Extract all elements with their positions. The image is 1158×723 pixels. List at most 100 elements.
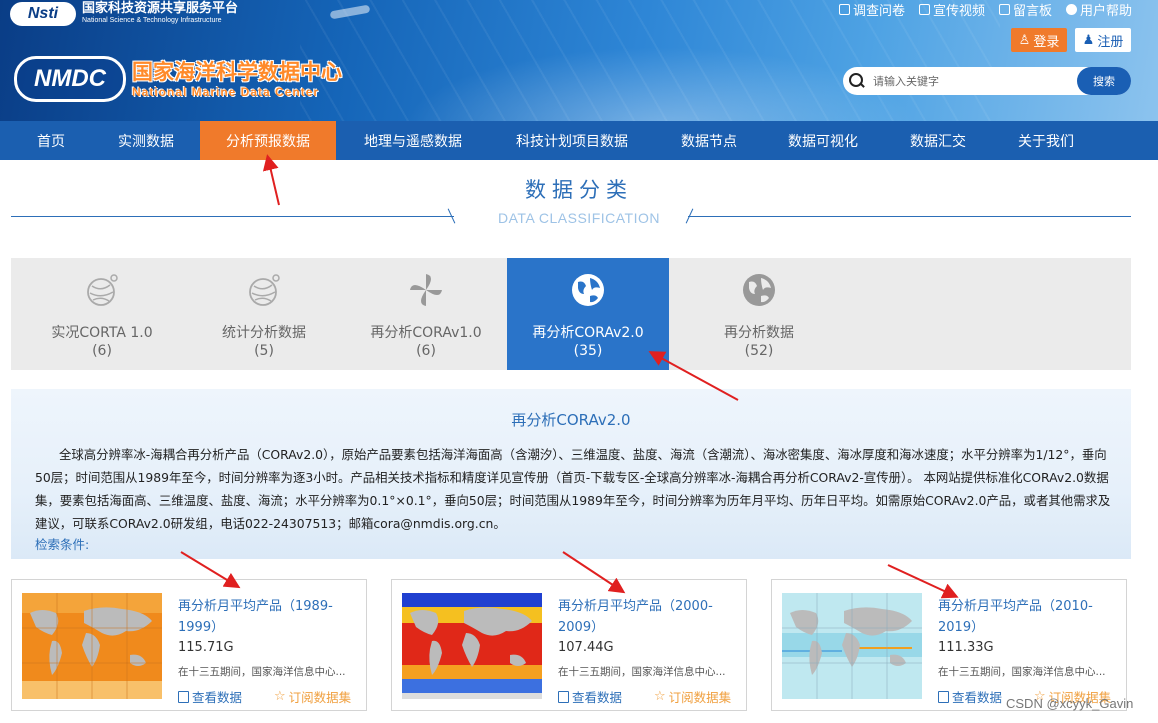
product-card: 再分析月平均产品（2010-2019） 111.33G 在十三五期间，国家海洋信… (771, 579, 1127, 711)
nmdc-logo: NMDC (14, 56, 126, 102)
survey-icon (838, 4, 850, 15)
search-input[interactable] (873, 74, 1063, 88)
subscribe-label: 订阅数据集 (668, 690, 732, 705)
category-label: 再分析CORAv1.0 (370, 325, 482, 341)
nav-geo-remote-data[interactable]: 地理与遥感数据 (336, 121, 490, 160)
nsti-en-name: National Science & Technology Infrastruc… (82, 17, 222, 24)
subscribe-button[interactable]: ☆ 订阅数据集 (274, 687, 351, 706)
pinwheel-icon (410, 274, 442, 306)
register-label: 注册 (1097, 34, 1124, 50)
nav-data-submission[interactable]: 数据汇交 (882, 121, 994, 160)
product-size: 111.33G (938, 640, 994, 655)
nav-data-nodes[interactable]: 数据节点 (654, 121, 764, 160)
product-name-link[interactable]: 再分析月平均产品（1989-1999） (178, 596, 353, 638)
view-data-label: 查看数据 (952, 690, 1003, 705)
watermark: CSDN @xcyyk_Gavin (1006, 696, 1134, 711)
category-corav2[interactable]: 再分析CORAv2.0 (35) (507, 258, 669, 370)
product-name-link[interactable]: 再分析月平均产品（2010-2019） (938, 596, 1113, 638)
login-label: 登录 (1033, 34, 1060, 50)
document-icon (178, 690, 189, 703)
page-root: Nsti 国家科技资源共享服务平台 National Science & Tec… (0, 0, 1158, 723)
nsti-text: 国家科技资源共享服务平台 National Science & Technolo… (82, 2, 238, 26)
product-size: 107.44G (558, 640, 614, 655)
view-data-button[interactable]: 查看数据 (178, 687, 242, 706)
category-count: (6) (416, 343, 436, 359)
document-icon (938, 690, 949, 703)
main-nav: 首页 实测数据 分析预报数据 地理与遥感数据 科技计划项目数据 数据节点 数据可… (0, 121, 1158, 160)
user-icon: ♙ (1018, 32, 1031, 48)
nsti-cn-name: 国家科技资源共享服务平台 (82, 1, 239, 16)
category-corta[interactable]: 实况CORTA 1.0 (6) (21, 258, 183, 370)
login-button[interactable]: ♙ 登录 (1011, 28, 1067, 52)
section-subtitle: DATA CLASSIFICATION (498, 210, 660, 226)
top-links: 调查问卷 宣传视频 留言板 用户帮助 (838, 0, 1132, 19)
nmdc-logo-block[interactable]: NMDC 国家海洋科学数据中心 National Marine Data Cen… (14, 56, 342, 102)
view-data-label: 查看数据 (192, 690, 243, 705)
product-card: 再分析月平均产品（2000-2009） 107.44G 在十三五期间，国家海洋信… (391, 579, 747, 711)
video-link-label: 宣传视频 (932, 4, 985, 19)
video-link[interactable]: 宣传视频 (918, 0, 985, 19)
category-label: 再分析数据 (724, 325, 794, 341)
category-count: (5) (254, 343, 274, 359)
product-name-link[interactable]: 再分析月平均产品（2000-2009） (558, 596, 733, 638)
category-count: (52) (744, 343, 774, 359)
category-description: 再分析CORAv2.0 全球高分辨率冰-海耦合再分析产品（CORAv2.0），原… (11, 389, 1131, 559)
survey-link-label: 调查问卷 (852, 4, 905, 19)
globe-icon (572, 274, 604, 306)
category-reanalysis[interactable]: 再分析数据 (52) (669, 258, 849, 370)
survey-link[interactable]: 调查问卷 (838, 0, 905, 19)
nav-project-data[interactable]: 科技计划项目数据 (490, 121, 654, 160)
help-link[interactable]: 用户帮助 (1065, 0, 1132, 19)
category-label: 实况CORTA 1.0 (51, 325, 153, 341)
category-statistics[interactable]: 统计分析数据 (5) (183, 258, 345, 370)
description-title: 再分析CORAv2.0 (511, 411, 631, 429)
globe-icon (743, 274, 775, 306)
header-banner: Nsti 国家科技资源共享服务平台 National Science & Tec… (0, 0, 1158, 121)
nav-measured-data[interactable]: 实测数据 (102, 121, 190, 160)
description-body: 全球高分辨率冰-海耦合再分析产品（CORAv2.0），原始产品要素包括海洋海面高… (35, 447, 1111, 531)
product-card: 再分析月平均产品（1989-1999） 115.71G 在十三五期间，国家海洋信… (11, 579, 367, 711)
product-size: 115.71G (178, 640, 234, 655)
nmdc-text: 国家海洋科学数据中心 National Marine Data Center (132, 59, 342, 99)
help-link-label: 用户帮助 (1079, 4, 1132, 19)
nav-forecast-data[interactable]: 分析预报数据 (200, 121, 336, 160)
subscribe-button[interactable]: ☆ 订阅数据集 (654, 687, 731, 706)
view-data-button[interactable]: 查看数据 (938, 687, 1002, 706)
product-organization: 在十三五期间，国家海洋信息中心... (178, 666, 346, 678)
search-conditions-link[interactable]: 检索条件: (35, 534, 89, 553)
section-title: 数据分类 (525, 178, 633, 202)
document-icon (558, 690, 569, 703)
star-icon: ☆ (274, 689, 286, 704)
site-title: 国家海洋科学数据中心 (132, 60, 342, 84)
message-board-label: 留言板 (1012, 4, 1052, 19)
globe-lines-icon (87, 274, 118, 306)
category-corav1[interactable]: 再分析CORAv1.0 (6) (345, 258, 507, 370)
search-button[interactable]: 搜索 (1077, 67, 1131, 95)
category-tabs: 实况CORTA 1.0 (6) 统计分析数据 (5) 再分析CORAv1.0 (… (11, 258, 1131, 370)
product-thumbnail (782, 593, 922, 699)
view-data-label: 查看数据 (572, 690, 623, 705)
nav-home[interactable]: 首页 (0, 121, 102, 160)
register-icon: ♟ (1082, 32, 1095, 48)
nav-visualization[interactable]: 数据可视化 (764, 121, 882, 160)
register-button[interactable]: ♟ 注册 (1075, 28, 1131, 52)
category-count: (6) (92, 343, 112, 359)
edit-icon (998, 4, 1010, 15)
globe-lines-icon (249, 274, 280, 306)
video-icon (918, 4, 930, 15)
product-organization: 在十三五期间，国家海洋信息中心... (558, 666, 726, 678)
view-data-button[interactable]: 查看数据 (558, 687, 622, 706)
nsti-logo-block[interactable]: Nsti 国家科技资源共享服务平台 National Science & Tec… (10, 2, 238, 26)
star-icon: ☆ (654, 689, 666, 704)
nav-about[interactable]: 关于我们 (994, 121, 1098, 160)
search-bar: 搜索 (843, 67, 1131, 95)
search-icon (849, 73, 865, 89)
product-thumbnail (22, 593, 162, 699)
product-thumbnail (402, 593, 542, 699)
help-icon (1065, 4, 1077, 15)
message-board-link[interactable]: 留言板 (998, 0, 1052, 19)
category-label: 再分析CORAv2.0 (532, 325, 644, 341)
category-count: (35) (573, 343, 603, 359)
site-subtitle: National Marine Data Center (132, 85, 320, 99)
nsti-logo: Nsti (10, 2, 76, 26)
